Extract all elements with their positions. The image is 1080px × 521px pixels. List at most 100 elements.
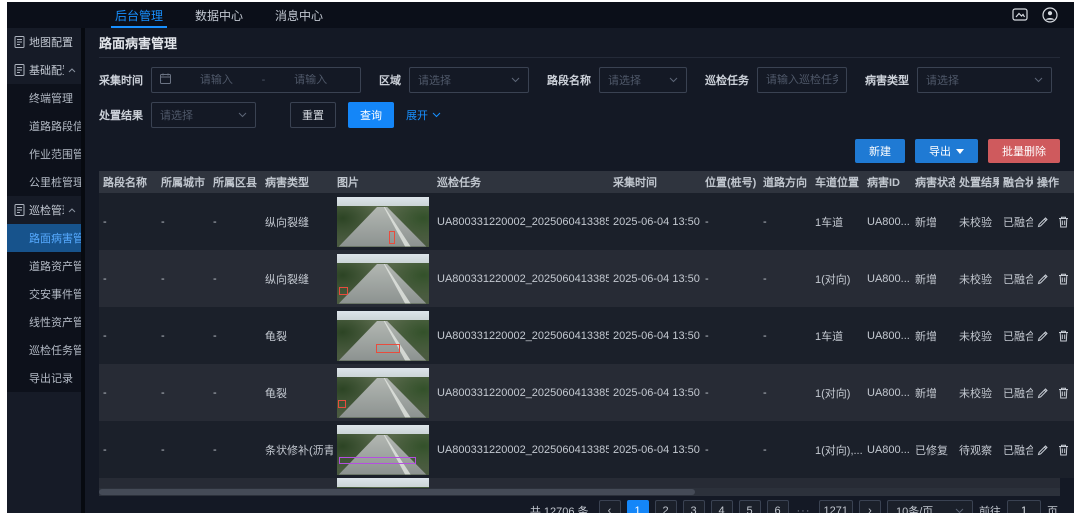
topbar-tabs: 后台管理数据中心消息中心 xyxy=(99,2,339,28)
table-row[interactable]: ---纵向裂缝UA800331220002_202506041338520592… xyxy=(99,193,1074,250)
road-photo[interactable] xyxy=(337,254,429,304)
top-tab[interactable]: 数据中心 xyxy=(179,2,259,28)
region-select[interactable]: 请选择 xyxy=(409,67,529,93)
cell: 2025-06-04 13:50 xyxy=(609,421,701,478)
cell: 纵向裂缝 xyxy=(261,250,333,307)
reset-button[interactable]: 重置 xyxy=(290,102,336,128)
cell: 已融合 xyxy=(999,193,1033,250)
sidebar-item[interactable]: 交安事件管理 xyxy=(7,280,81,308)
filter-region: 区域 请选择 xyxy=(379,67,529,93)
road-photo[interactable] xyxy=(337,425,429,475)
sidebar-item[interactable]: 道路路段信息 xyxy=(7,112,81,140)
cell: 已融合 xyxy=(999,307,1033,364)
collect-time-end-input[interactable] xyxy=(269,74,352,86)
sidebar-item[interactable]: 线性资产管理 xyxy=(7,308,81,336)
top-tab[interactable]: 后台管理 xyxy=(99,2,179,28)
sidebar-item[interactable]: 地图配置 xyxy=(7,28,81,56)
sidebar-item[interactable]: 作业范围管理 xyxy=(7,140,81,168)
column-header: 道路方向 xyxy=(759,171,811,193)
edit-icon[interactable] xyxy=(1037,387,1049,399)
top-tab[interactable]: 消息中心 xyxy=(259,2,339,28)
sidebar-item[interactable]: 巡检管理 xyxy=(7,196,81,224)
sidebar-item[interactable]: 基础配置 xyxy=(7,56,81,84)
cell: 未校验 xyxy=(955,364,999,421)
chevron-down-icon xyxy=(511,74,520,86)
delete-icon[interactable] xyxy=(1058,444,1069,456)
screenshot-icon[interactable] xyxy=(1012,8,1028,22)
table-row[interactable]: ---龟裂UA800331220002_20250604133852059202… xyxy=(99,364,1074,421)
page-next-button[interactable]: › xyxy=(859,500,881,513)
scrollbar-thumb[interactable] xyxy=(99,489,695,495)
chevron-up-icon xyxy=(68,68,76,73)
edit-icon[interactable] xyxy=(1037,273,1049,285)
page-button[interactable]: 4 xyxy=(711,500,733,513)
sidebar-item[interactable]: 导出记录 xyxy=(7,364,81,392)
page-button[interactable]: 2 xyxy=(655,500,677,513)
cell: - xyxy=(701,421,759,478)
page-button[interactable]: 3 xyxy=(683,500,705,513)
sidebar-item[interactable]: 路面病害管理 xyxy=(7,224,81,252)
page-header: 路面病害管理 xyxy=(99,28,1060,58)
edit-icon[interactable] xyxy=(1037,444,1049,456)
cell: 纵向裂缝 xyxy=(261,193,333,250)
cell: 1(对向) xyxy=(811,250,863,307)
table-row[interactable]: ---条状修补(沥青)UA800331220002_20250604133852… xyxy=(99,421,1074,478)
search-button[interactable]: 查询 xyxy=(348,102,394,128)
task-input[interactable] xyxy=(766,74,838,86)
inspection-icon xyxy=(14,204,25,216)
column-header: 病害ID xyxy=(863,171,911,193)
delete-icon[interactable] xyxy=(1058,216,1069,228)
sidebar-item[interactable]: 道路资产管理 xyxy=(7,252,81,280)
goto-page-input[interactable] xyxy=(1007,500,1041,513)
cell: - xyxy=(209,193,261,250)
cell: 已融合 xyxy=(999,250,1033,307)
page-size-select[interactable]: 10条/页 xyxy=(887,500,973,513)
table-actions: 新建 导出 批量删除 xyxy=(99,137,1060,171)
page-button[interactable]: 6 xyxy=(767,500,789,513)
edit-icon[interactable] xyxy=(1037,330,1049,342)
photo-cell xyxy=(333,193,433,250)
table-row[interactable]: ---龟裂UA800331220002_20250604133852059202… xyxy=(99,307,1074,364)
sidebar-item[interactable]: 公里桩管理 xyxy=(7,168,81,196)
filter-collect-time: 采集时间 - xyxy=(99,67,361,93)
delete-icon[interactable] xyxy=(1058,273,1069,285)
detection-box xyxy=(339,457,416,464)
expand-toggle[interactable]: 展开 xyxy=(406,107,441,123)
result-select[interactable]: 请选择 xyxy=(151,102,256,128)
page-button[interactable]: 1271 xyxy=(819,500,853,513)
page-buttons: 123456 ··· 1271 xyxy=(627,500,853,513)
create-button[interactable]: 新建 xyxy=(855,139,905,163)
base-config-icon xyxy=(14,64,25,76)
topbar: 后台管理数据中心消息中心 xyxy=(7,2,1074,28)
batch-delete-button[interactable]: 批量删除 xyxy=(988,139,1060,163)
horizontal-scrollbar[interactable] xyxy=(99,488,1060,496)
edit-icon[interactable] xyxy=(1037,216,1049,228)
sidebar-item[interactable]: 终端管理 xyxy=(7,84,81,112)
cell: UA800331220002_20250604133852059 xyxy=(433,307,609,364)
delete-icon[interactable] xyxy=(1058,387,1069,399)
filter-road-name: 路段名称 请选择 xyxy=(547,67,687,93)
sidebar-item[interactable]: 巡检任务管理 xyxy=(7,336,81,364)
table-row[interactable]: ---纵向裂缝UA800331220002_202506041338520592… xyxy=(99,250,1074,307)
road-name-select[interactable]: 请选择 xyxy=(599,67,687,93)
goto-label: 前往 xyxy=(979,503,1001,513)
page-button[interactable]: 1 xyxy=(627,500,649,513)
road-photo[interactable] xyxy=(337,311,429,361)
chevron-down-icon xyxy=(432,109,441,121)
disease-type-select[interactable]: 请选择 xyxy=(917,67,1052,93)
page-prev-button[interactable]: ‹ xyxy=(599,500,621,513)
date-separator: - xyxy=(262,74,266,86)
page-ellipsis[interactable]: ··· xyxy=(795,505,813,513)
collect-time-range[interactable]: - xyxy=(151,67,361,93)
user-avatar-icon[interactable] xyxy=(1042,7,1058,23)
cell: 1车道 xyxy=(811,193,863,250)
chevron-down-icon xyxy=(669,74,678,86)
collect-time-start-input[interactable] xyxy=(175,74,258,86)
cell: - xyxy=(701,364,759,421)
road-photo[interactable] xyxy=(337,197,429,247)
delete-icon[interactable] xyxy=(1058,330,1069,342)
export-button[interactable]: 导出 xyxy=(915,139,978,163)
cell: 新增 xyxy=(911,364,955,421)
road-photo[interactable] xyxy=(337,368,429,418)
page-button[interactable]: 5 xyxy=(739,500,761,513)
